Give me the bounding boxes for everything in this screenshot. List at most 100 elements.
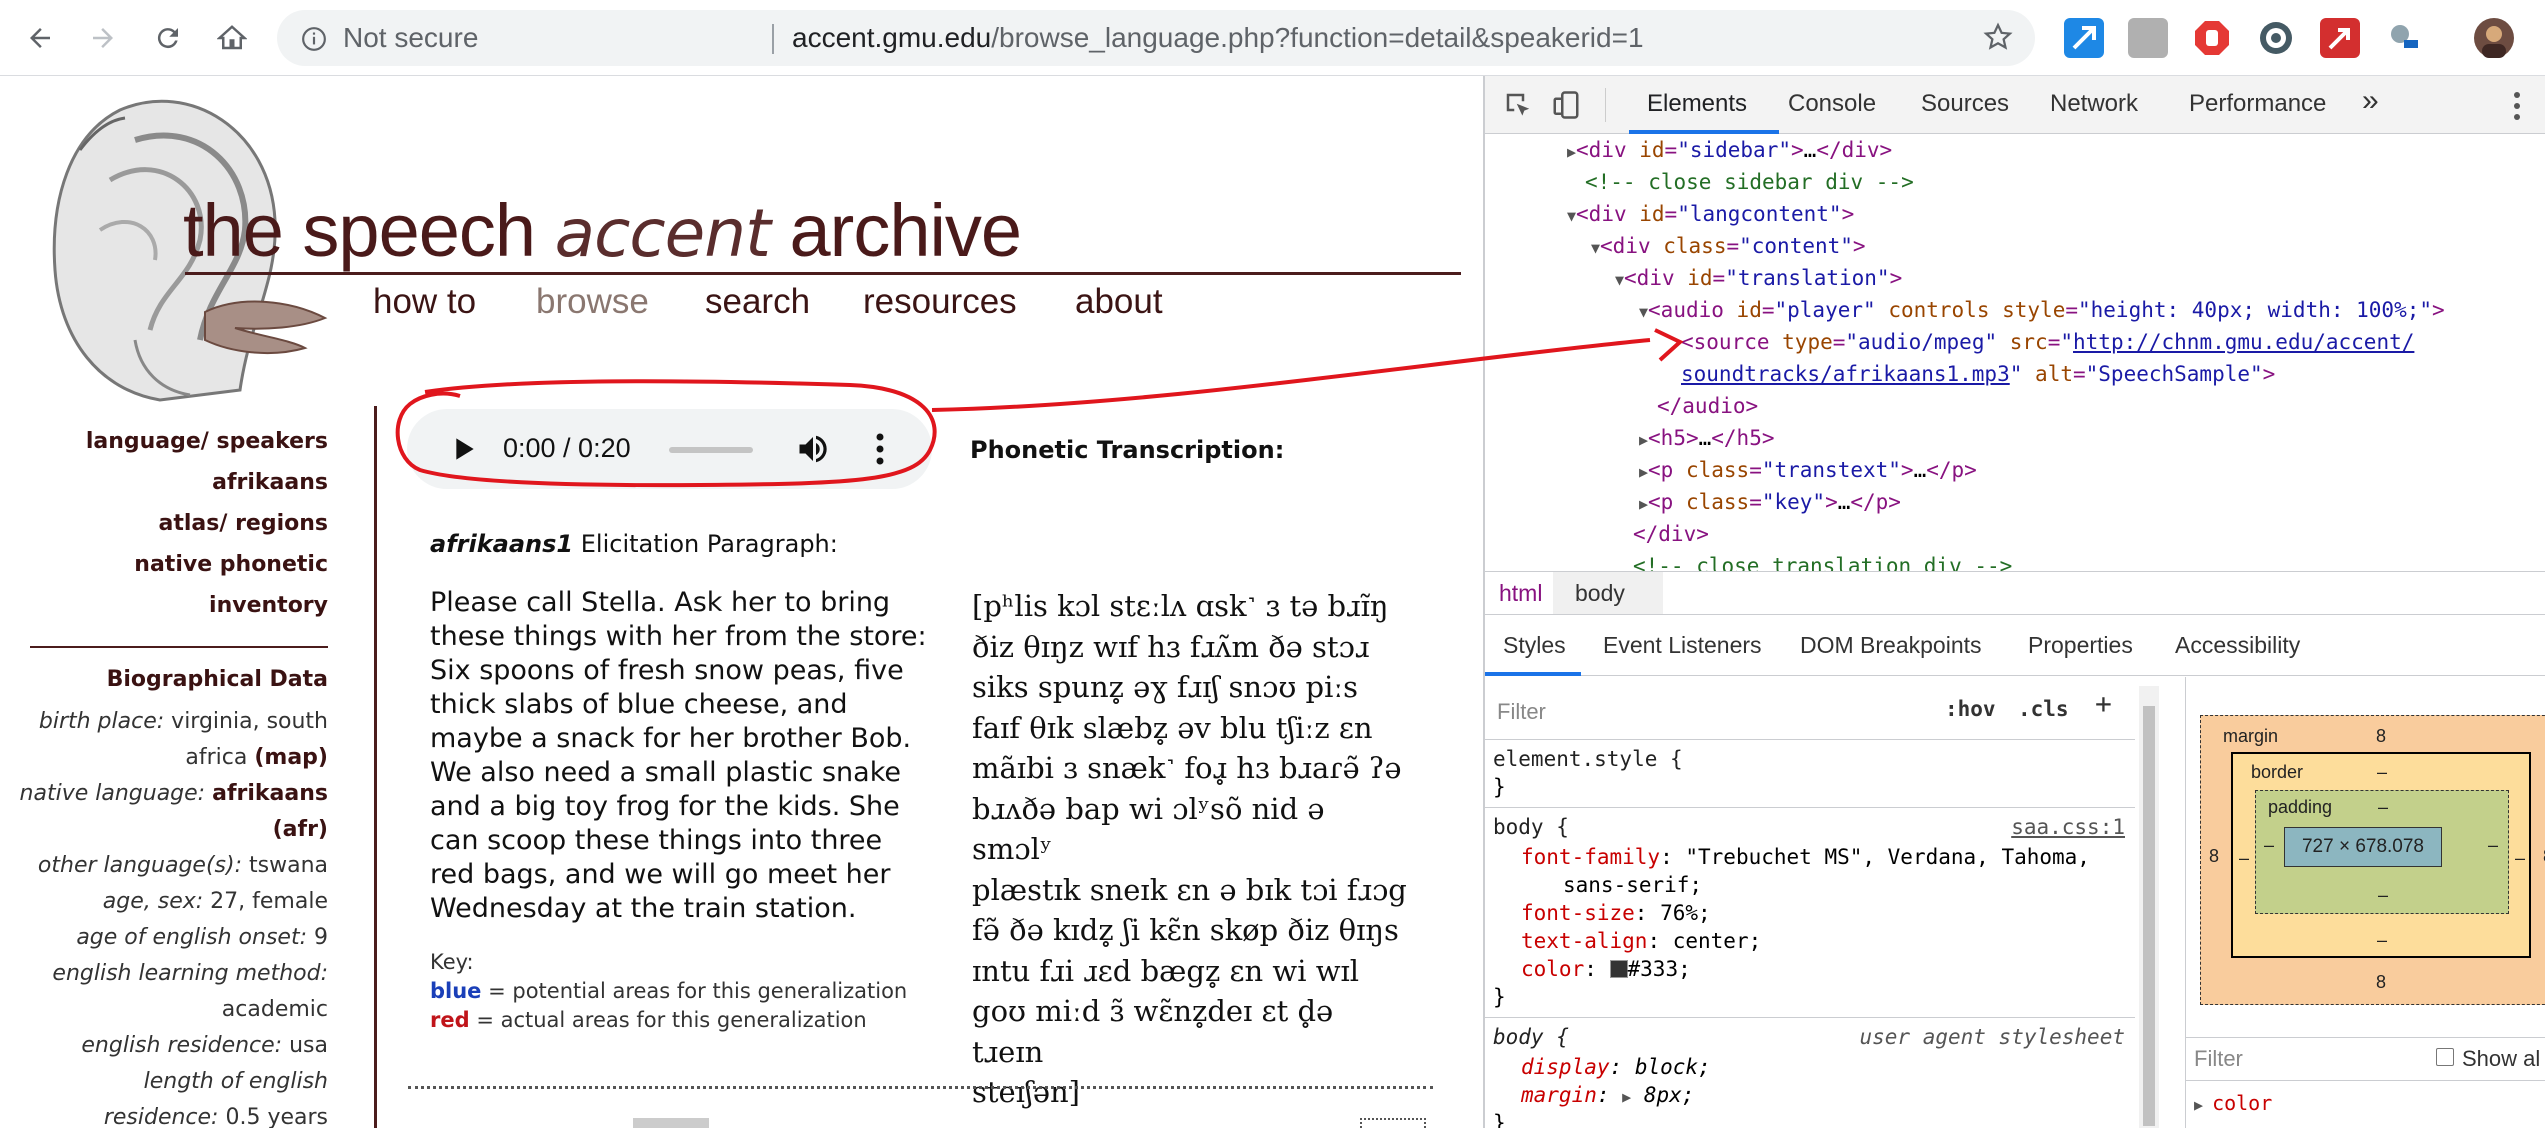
styles-scrollbar[interactable]	[2139, 686, 2159, 1128]
label: native language:	[19, 781, 206, 806]
tab-elements[interactable]: Elements	[1647, 90, 1747, 118]
computed-filter[interactable]: Filter Show al	[2186, 1037, 2545, 1081]
browser-toolbar: Not secure accent.gmu.edu/browse_languag…	[0, 0, 2545, 76]
css-source-link[interactable]: saa.css:1	[2011, 813, 2125, 842]
link-afrikaans[interactable]: afrikaans	[18, 462, 328, 503]
prop-color[interactable]: color: #333;	[1521, 955, 1691, 984]
prop-font-size[interactable]: font-size: 76%;	[1521, 899, 1711, 928]
menu-search[interactable]: search	[705, 282, 810, 322]
extension-expand-icon[interactable]	[2064, 18, 2104, 58]
crumb-html[interactable]: html	[1499, 580, 1542, 607]
extension-face-icon[interactable]	[2256, 18, 2296, 58]
dom-node[interactable]: ▶<p class="key">…</p>	[1639, 486, 1901, 518]
info-icon[interactable]	[301, 26, 327, 57]
cut-off-button[interactable]	[633, 1118, 709, 1128]
cut-off-button-right[interactable]	[1360, 1118, 1426, 1128]
inspect-element-icon[interactable]	[1503, 90, 1533, 125]
dom-node[interactable]: ▶<h5>…</h5>	[1639, 422, 1774, 454]
native-language-link[interactable]: afrikaans	[212, 781, 328, 806]
dom-node[interactable]: ▼<div id="translation">	[1615, 262, 1902, 294]
show-all-checkbox[interactable]	[2436, 1048, 2454, 1066]
close-brace: }	[1493, 775, 1506, 799]
dom-node-source[interactable]: <source type="audio/mpeg" src="http://ch…	[1681, 326, 2414, 358]
crumb-body[interactable]: body	[1575, 580, 1625, 607]
tab-sources[interactable]: Sources	[1921, 90, 2009, 118]
volume-icon[interactable]	[795, 431, 831, 472]
bookmark-star-icon[interactable]	[1983, 22, 2013, 57]
menu-browse[interactable]: browse	[536, 282, 649, 322]
devtools-menu-icon[interactable]	[2511, 90, 2523, 127]
box-margin[interactable]: margin 8 8 8 8 border – – – – padding – …	[2200, 715, 2545, 1005]
audio-progress-track[interactable]	[669, 447, 753, 453]
ua-rule-selector[interactable]: body {	[1493, 1023, 1569, 1052]
dom-node[interactable]: ▶<p class="transtext">…</p>	[1639, 454, 1977, 486]
link-phonetic-inventory[interactable]: native phonetic inventory	[18, 544, 328, 626]
subtab-accessibility[interactable]: Accessibility	[2175, 632, 2300, 659]
dom-node[interactable]: </audio>	[1657, 390, 1758, 422]
reload-icon[interactable]	[148, 18, 188, 58]
language-code-link[interactable]: (afr)	[273, 817, 328, 842]
address-bar[interactable]: Not secure accent.gmu.edu/browse_languag…	[277, 10, 2035, 66]
prop-value: 8px;	[1643, 1083, 1695, 1107]
prop-display[interactable]: display: block;	[1521, 1053, 1711, 1082]
link-language-speakers[interactable]: language/ speakers	[18, 421, 328, 462]
scroll-thumb[interactable]	[2143, 706, 2155, 1126]
forward-icon[interactable]	[83, 18, 123, 58]
extension-satellite-icon[interactable]	[2384, 18, 2424, 58]
link-atlas-regions[interactable]: atlas/ regions	[18, 503, 328, 544]
device-toolbar-icon[interactable]	[1551, 90, 1581, 125]
subtab-styles[interactable]: Styles	[1503, 632, 1566, 659]
dom-node-source-cont[interactable]: soundtracks/afrikaans1.mp3" alt="SpeechS…	[1681, 358, 2275, 390]
box-border[interactable]: border – – – – padding – – – – 727 × 678…	[2231, 752, 2531, 958]
menu-resources[interactable]: resources	[863, 282, 1017, 322]
box-padding[interactable]: padding – – – – 727 × 678.078	[2255, 790, 2509, 914]
dom-node-audio[interactable]: ▼<audio id="player" controls style="heig…	[1639, 294, 2445, 326]
dom-node[interactable]: ▼<div class="content">	[1591, 230, 1866, 262]
prop-font-family[interactable]: font-family: "Trebuchet MS", Verdana, Ta…	[1521, 843, 2090, 872]
dom-node[interactable]: ▼<div id="langcontent">	[1567, 198, 1854, 230]
add-rule-button[interactable]: +	[2095, 689, 2112, 718]
hov-button[interactable]: :hov	[1945, 695, 1996, 724]
border-bottom: –	[2377, 930, 2388, 950]
tab-performance[interactable]: Performance	[2189, 90, 2326, 118]
avatar[interactable]	[2474, 18, 2514, 58]
styles-filter-input[interactable]: Filter	[1495, 691, 1925, 729]
element-style-rule[interactable]: element.style {	[1493, 745, 1683, 774]
cls-button[interactable]: .cls	[2018, 695, 2069, 724]
prop-font-family-cont: sans-serif;	[1563, 873, 1703, 897]
menu-about[interactable]: about	[1075, 282, 1163, 322]
home-icon[interactable]	[212, 18, 252, 58]
prop-text-align[interactable]: text-align: center;	[1521, 927, 1761, 956]
tab-console[interactable]: Console	[1788, 90, 1876, 118]
left-sidebar: language/ speakers afrikaans atlas/ regi…	[18, 421, 328, 1128]
extension-stop-icon[interactable]	[2192, 18, 2232, 58]
computed-color-row[interactable]: ▶ color	[2194, 1091, 2272, 1115]
tab-network[interactable]: Network	[2050, 90, 2138, 118]
subtab-event-listeners[interactable]: Event Listeners	[1603, 632, 1762, 659]
subtab-properties[interactable]: Properties	[2028, 632, 2133, 659]
subtab-dom-breakpoints[interactable]: DOM Breakpoints	[1800, 632, 1982, 659]
dom-node[interactable]: ▶<div id="sidebar">…</div>	[1567, 134, 1892, 166]
extension-gray-icon[interactable]	[2128, 18, 2168, 58]
padding-top: –	[2378, 797, 2389, 817]
bio-native-language-code: (afr)	[18, 812, 328, 848]
elicitation-title: afrikaans1 Elicitation Paragraph:	[430, 530, 838, 558]
url-text[interactable]: accent.gmu.edu/browse_language.php?funct…	[792, 22, 1644, 54]
computed-filter-placeholder: Filter	[2194, 1046, 2243, 1071]
map-link[interactable]: (map)	[254, 745, 328, 770]
play-icon[interactable]	[447, 433, 479, 470]
prop-margin[interactable]: margin: ▶ 8px;	[1521, 1081, 1694, 1112]
box-content-size[interactable]: 727 × 678.078	[2284, 827, 2442, 867]
more-options-icon[interactable]	[873, 431, 887, 472]
menu-how-to[interactable]: how to	[373, 282, 476, 322]
audio-player[interactable]: 0:00 / 0:20	[407, 409, 932, 489]
dom-comment[interactable]: <!-- close sidebar div -->	[1585, 166, 1914, 198]
back-icon[interactable]	[20, 18, 60, 58]
more-tabs-icon[interactable]: »	[2362, 84, 2379, 118]
body-rule-selector[interactable]: body {	[1493, 813, 1569, 842]
color-swatch[interactable]	[1609, 960, 1628, 978]
value: usa	[289, 1033, 328, 1058]
dom-node[interactable]: </div>	[1633, 518, 1709, 550]
value: 27, female	[210, 889, 328, 914]
extension-arrow-icon[interactable]	[2320, 18, 2360, 58]
